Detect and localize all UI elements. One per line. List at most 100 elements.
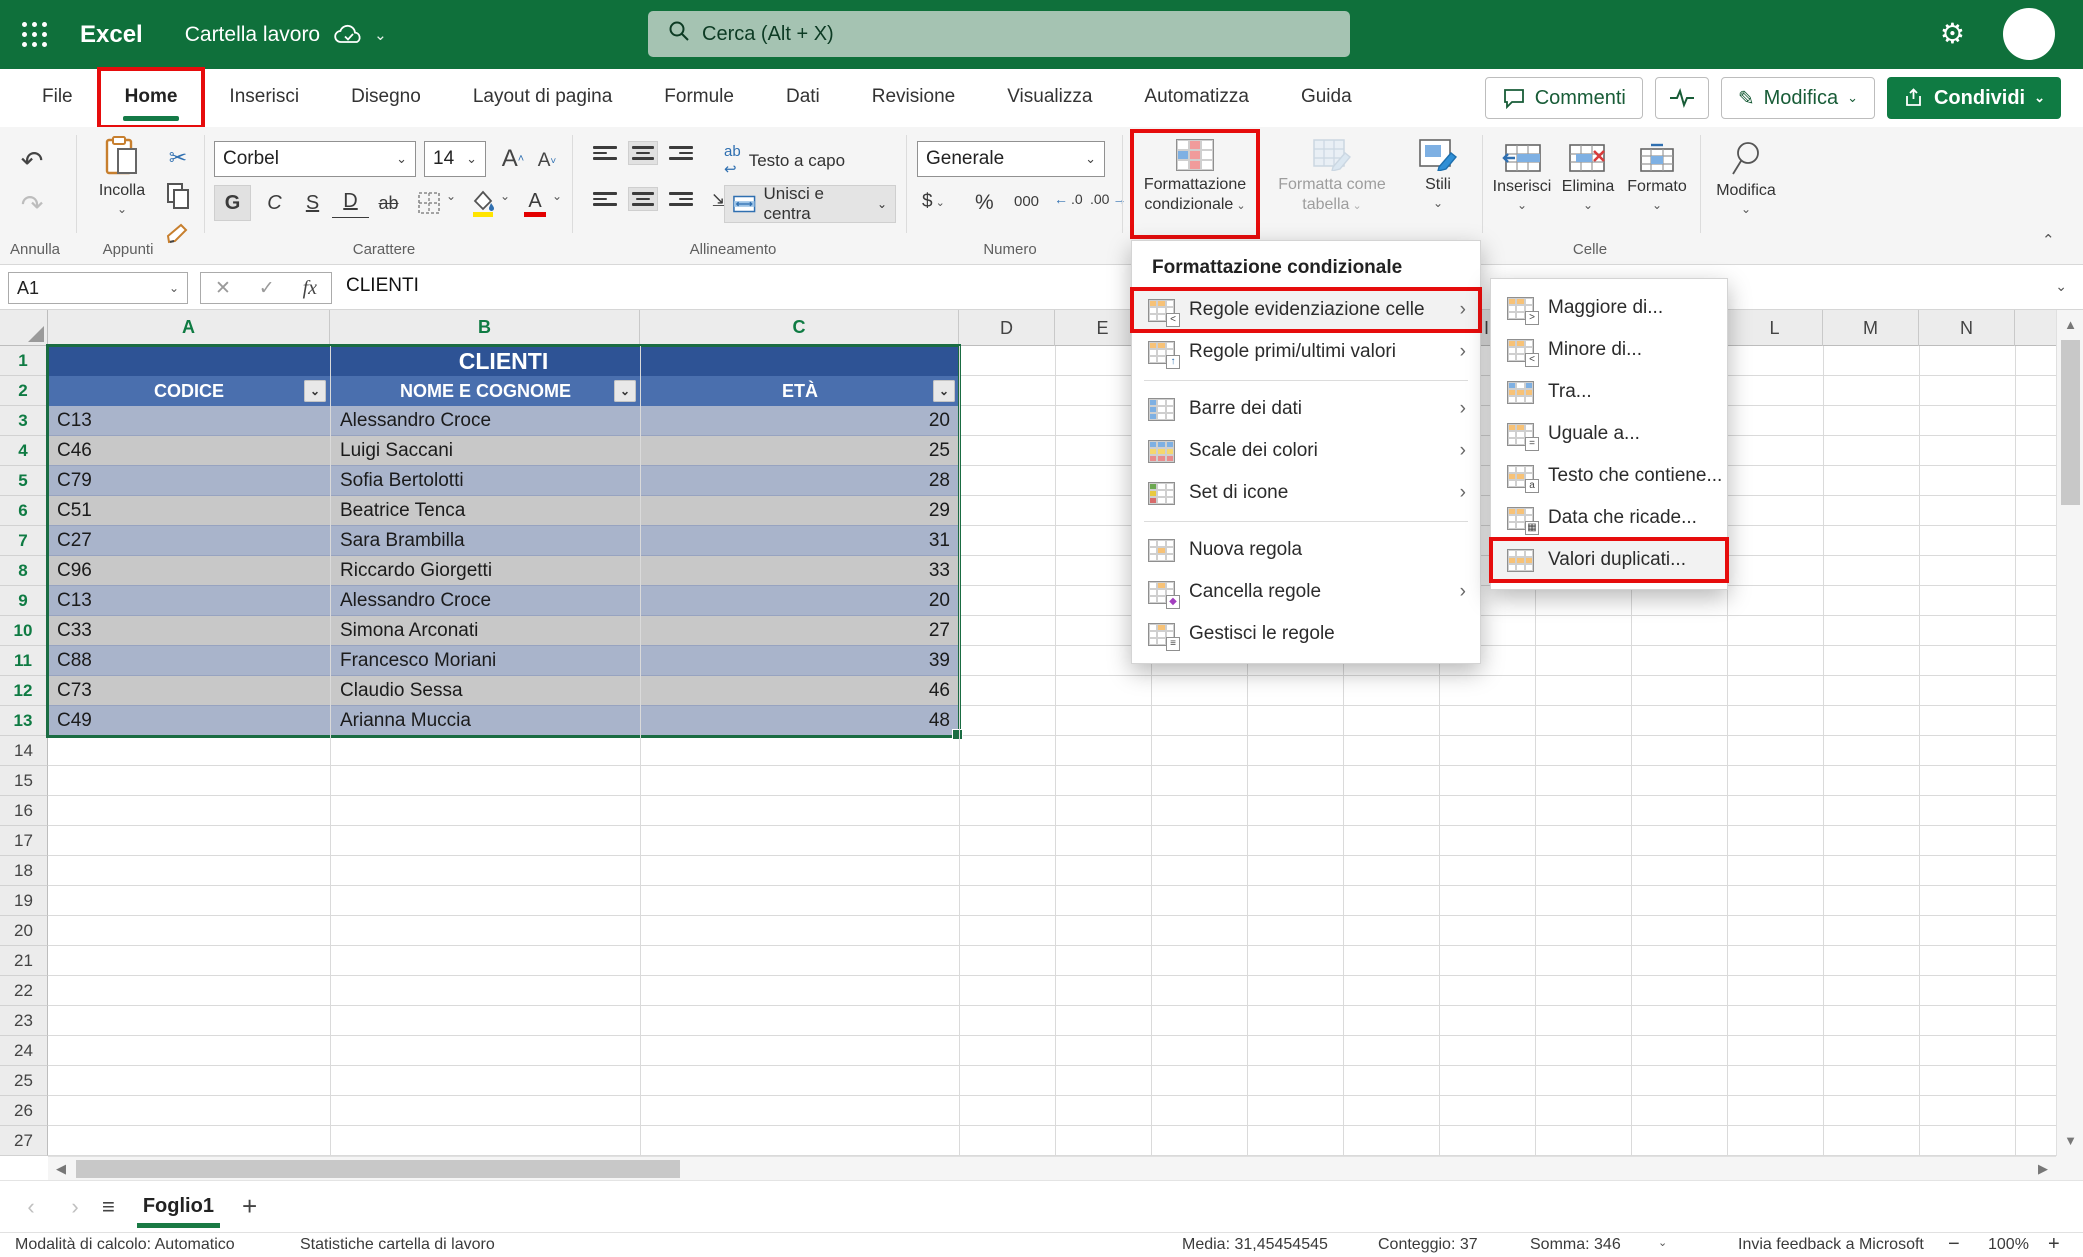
copy-icon[interactable] [160, 179, 196, 213]
row-header-20[interactable]: 20 [0, 916, 48, 946]
menu-item-cancella-regole[interactable]: ◆Cancella regole› [1132, 571, 1480, 613]
menu-item-maggiore-di[interactable]: >Maggiore di... [1491, 287, 1727, 329]
tab-visualizza[interactable]: Visualizza [981, 69, 1118, 127]
table-header-nome-e-cognome[interactable]: NOME E COGNOME⌄ [330, 376, 640, 406]
feedback-link[interactable]: Invia feedback a Microsoft [1738, 1236, 1924, 1254]
bold-button[interactable]: G [214, 185, 251, 221]
horizontal-scroll-thumb[interactable] [76, 1160, 680, 1178]
filter-dropdown-icon[interactable]: ⌄ [614, 380, 636, 402]
zoom-level[interactable]: 100% [1988, 1236, 2029, 1254]
font-color-chevron-icon[interactable]: ⌄ [552, 189, 562, 203]
format-painter-icon[interactable] [160, 217, 196, 251]
calc-mode-status[interactable]: Modalità di calcolo: Automatico [15, 1236, 235, 1254]
table-cell[interactable]: C13 [48, 406, 330, 436]
menu-item-uguale-a[interactable]: =Uguale a... [1491, 413, 1727, 455]
undo-button[interactable]: ↶ [12, 141, 52, 181]
row-header-10[interactable]: 10 [0, 616, 48, 646]
tab-automatizza[interactable]: Automatizza [1118, 69, 1275, 127]
menu-item-set-di-icone[interactable]: Set di icone› [1132, 472, 1480, 514]
paste-button[interactable]: Incolla⌄ [84, 135, 160, 216]
name-box[interactable]: A1⌄ [8, 272, 188, 304]
filter-dropdown-icon[interactable]: ⌄ [304, 380, 326, 402]
font-size-select[interactable]: 14⌄ [424, 141, 486, 177]
row-header-26[interactable]: 26 [0, 1096, 48, 1126]
decrease-decimal-button[interactable]: .00→ [1090, 191, 1126, 207]
row-header-7[interactable]: 7 [0, 526, 48, 556]
sheet-tab-foglio1[interactable]: Foglio1 [141, 1191, 216, 1222]
column-header-D[interactable]: D [959, 310, 1055, 346]
table-title-cell[interactable]: CLIENTI [48, 346, 959, 376]
table-cell[interactable]: C88 [48, 646, 330, 676]
scroll-left-icon[interactable]: ◀ [48, 1157, 74, 1181]
row-header-18[interactable]: 18 [0, 856, 48, 886]
menu-item-scale-dei-colori[interactable]: Scale dei colori› [1132, 430, 1480, 472]
tab-formule[interactable]: Formule [638, 69, 760, 127]
horizontal-scrollbar[interactable]: ◀ ▶ [48, 1156, 2056, 1180]
table-cell[interactable]: Claudio Sessa [330, 676, 640, 706]
fill-handle[interactable] [952, 729, 963, 740]
column-header-A[interactable]: A [48, 310, 330, 346]
row-header-24[interactable]: 24 [0, 1036, 48, 1066]
insert-cells-button[interactable]: Inserisci⌄ [1490, 133, 1554, 235]
select-all-corner[interactable] [0, 310, 48, 346]
strikethrough-button[interactable]: ab [370, 185, 407, 221]
italic-button[interactable]: C [256, 185, 293, 221]
tab-dati[interactable]: Dati [760, 69, 846, 127]
table-cell[interactable]: C51 [48, 496, 330, 526]
table-cell[interactable]: Alessandro Croce [330, 406, 640, 436]
menu-item-nuova-regola[interactable]: Nuova regola [1132, 529, 1480, 571]
column-header-N[interactable]: N [1919, 310, 2015, 346]
font-color-button[interactable]: A [518, 185, 552, 221]
add-sheet-icon[interactable]: + [242, 1191, 257, 1222]
menu-item-tra[interactable]: Tra... [1491, 371, 1727, 413]
row-header-22[interactable]: 22 [0, 976, 48, 1006]
align-bottom-button[interactable] [666, 141, 696, 165]
tab-home[interactable]: Home [99, 69, 204, 127]
underline-button[interactable]: S [294, 185, 331, 221]
format-cells-button[interactable]: Formato⌄ [1622, 133, 1692, 235]
row-header-5[interactable]: 5 [0, 466, 48, 496]
scroll-up-icon[interactable]: ▲ [2057, 312, 2083, 338]
tab-guida[interactable]: Guida [1275, 69, 1378, 127]
cancel-entry-icon[interactable]: ✕ [215, 277, 231, 300]
table-cell[interactable]: 20 [640, 586, 959, 616]
column-header-B[interactable]: B [330, 310, 640, 346]
align-left-button[interactable] [590, 187, 620, 211]
align-center-button[interactable] [628, 187, 658, 211]
tab-disegno[interactable]: Disegno [325, 69, 447, 127]
column-header-L[interactable]: L [1727, 310, 1823, 346]
zoom-out-icon[interactable]: − [1948, 1233, 1960, 1256]
vertical-scrollbar[interactable]: ▲ ▼ [2056, 310, 2083, 1156]
menu-item-minore-di[interactable]: <Minore di... [1491, 329, 1727, 371]
collapse-ribbon-icon[interactable]: ⌃ [2042, 231, 2055, 249]
table-cell[interactable]: C73 [48, 676, 330, 706]
zoom-in-icon[interactable]: + [2048, 1233, 2060, 1256]
align-top-button[interactable] [590, 141, 620, 165]
expand-formula-bar-icon[interactable]: ⌄ [2055, 278, 2067, 295]
table-cell[interactable]: Simona Arconati [330, 616, 640, 646]
menu-item-barre-dei-dati[interactable]: Barre dei dati› [1132, 388, 1480, 430]
redo-button[interactable]: ↷ [12, 185, 52, 225]
table-cell[interactable]: 33 [640, 556, 959, 586]
merge-center-button[interactable]: Unisci e centra⌄ [724, 185, 896, 223]
tab-revisione[interactable]: Revisione [846, 69, 981, 127]
row-header-27[interactable]: 27 [0, 1126, 48, 1156]
table-cell[interactable]: C96 [48, 556, 330, 586]
tab-file[interactable]: File [16, 69, 99, 127]
share-button[interactable]: Condividi⌄ [1887, 77, 2061, 119]
app-launcher-icon[interactable] [22, 22, 48, 48]
double-underline-button[interactable]: D [332, 185, 369, 218]
conditional-formatting-button[interactable]: Formattazionecondizionale ⌄ [1134, 133, 1256, 235]
shrink-font-button[interactable]: A˅ [532, 147, 562, 175]
row-header-6[interactable]: 6 [0, 496, 48, 526]
table-cell[interactable]: 28 [640, 466, 959, 496]
table-cell[interactable]: 46 [640, 676, 959, 706]
row-header-4[interactable]: 4 [0, 436, 48, 466]
align-right-button[interactable] [666, 187, 696, 211]
menu-item-regole-primi-ultimi-valori[interactable]: ↑Regole primi/ultimi valori› [1132, 331, 1480, 373]
row-header-19[interactable]: 19 [0, 886, 48, 916]
row-header-21[interactable]: 21 [0, 946, 48, 976]
menu-item-valori-duplicati[interactable]: Valori duplicati... [1491, 539, 1727, 581]
tab-inserisci[interactable]: Inserisci [203, 69, 325, 127]
table-cell[interactable]: Beatrice Tenca [330, 496, 640, 526]
